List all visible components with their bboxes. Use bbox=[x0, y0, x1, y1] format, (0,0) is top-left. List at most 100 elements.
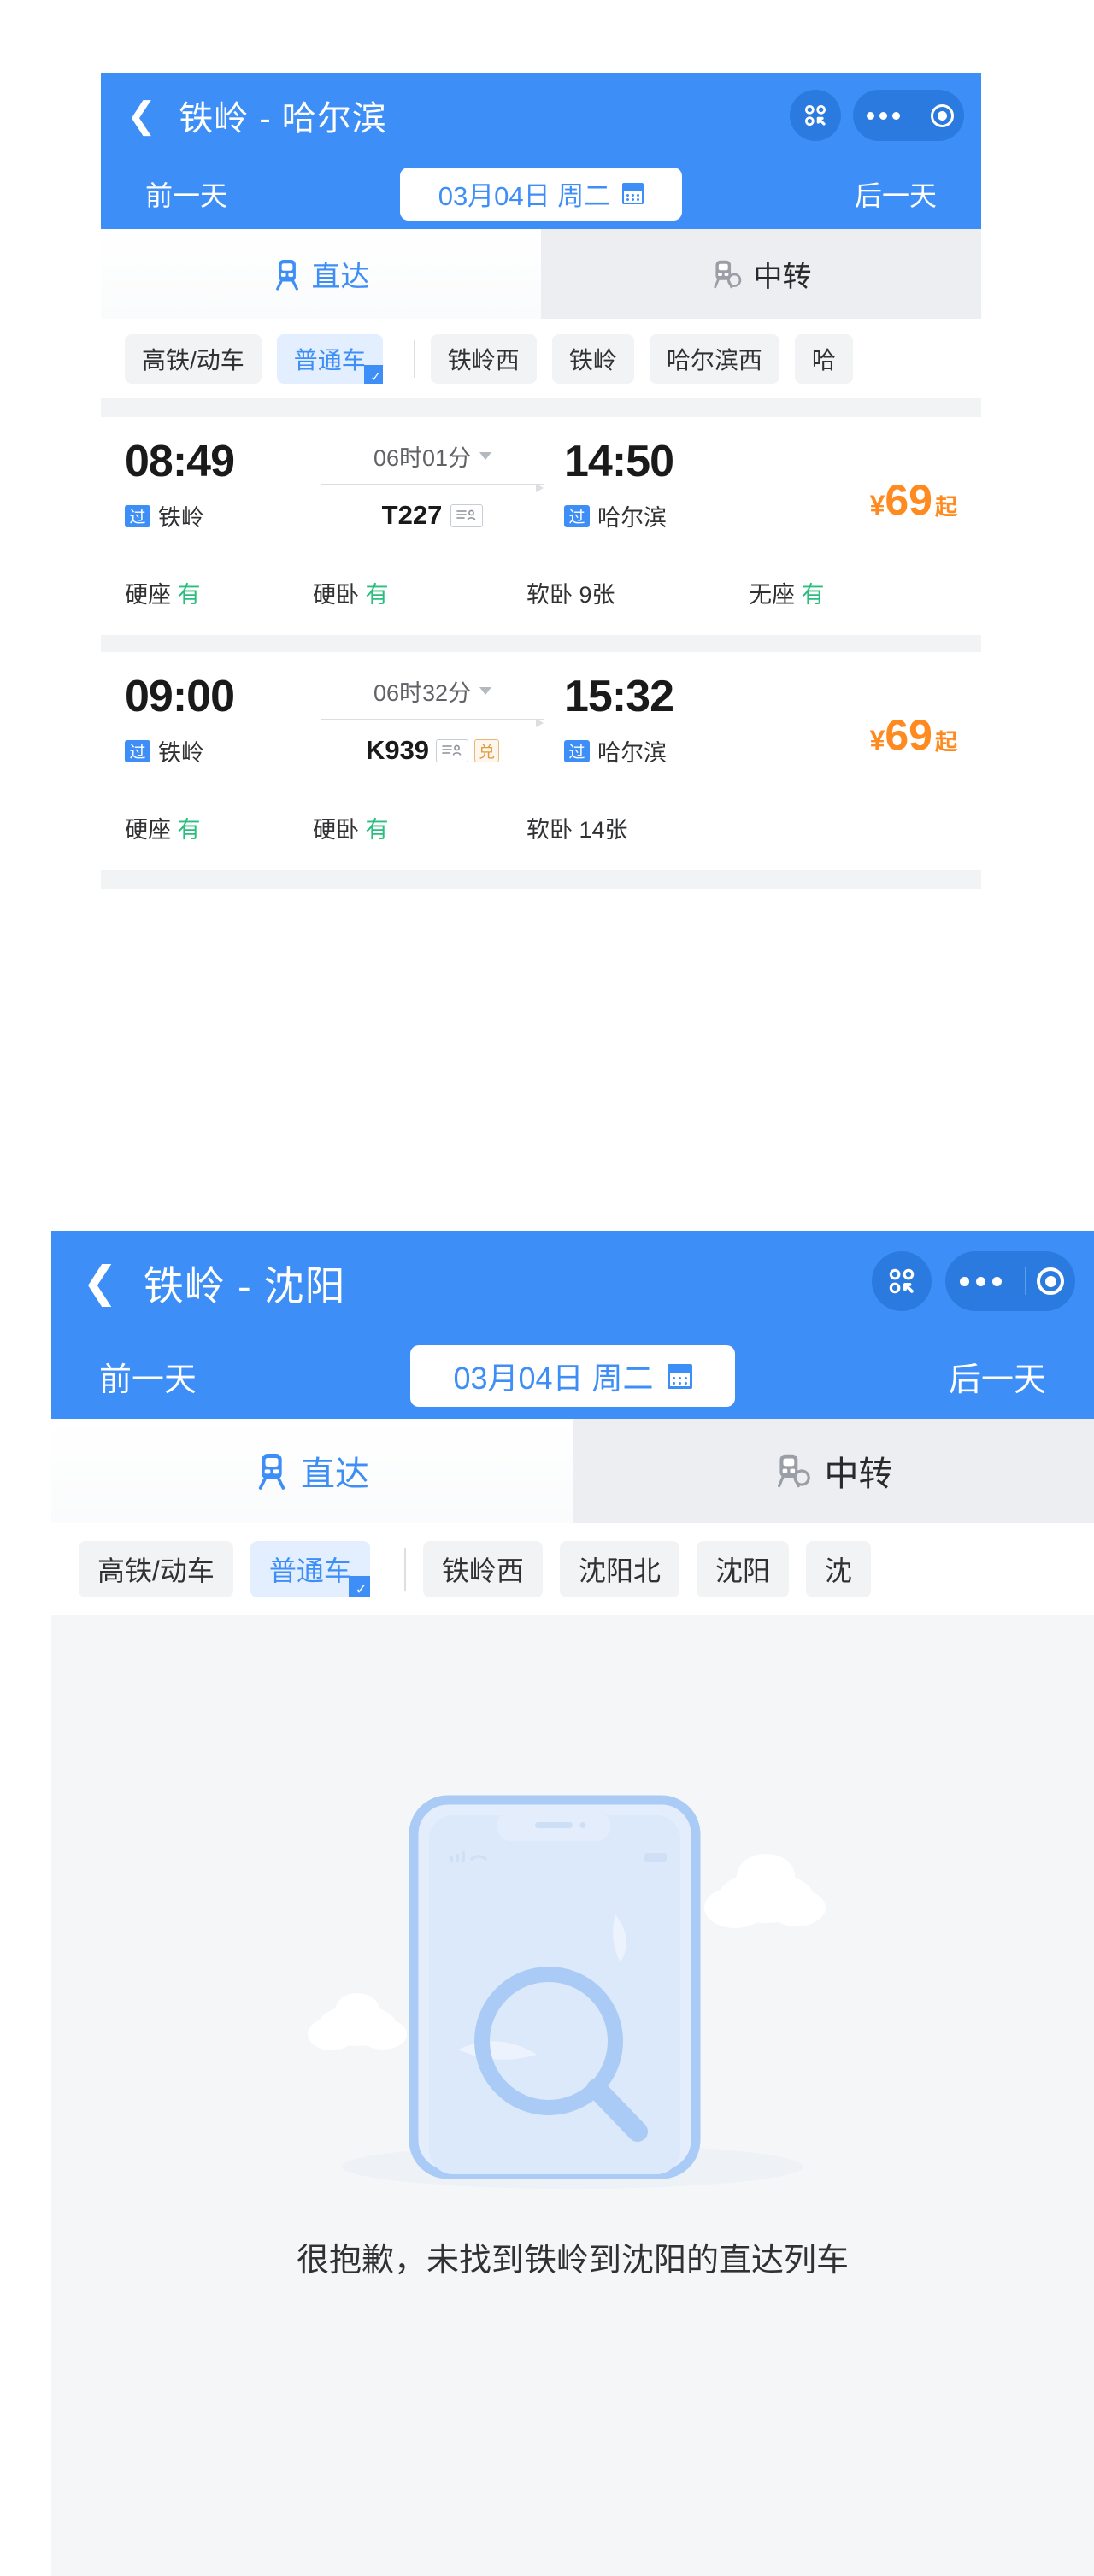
next-day-button[interactable]: 后一天 bbox=[855, 174, 937, 214]
departure-time: 09:00 bbox=[125, 672, 235, 721]
chip-highspeed[interactable]: 高铁/动车 bbox=[125, 333, 262, 384]
chip-station-1[interactable]: 铁岭西 bbox=[430, 333, 537, 384]
seat-name: 硬座 bbox=[125, 582, 171, 608]
tabbar-shenyang: 直达 中转 bbox=[51, 1419, 1094, 1523]
train-front-icon bbox=[275, 259, 298, 291]
date-picker-button[interactable]: 03月04日 周二 bbox=[400, 167, 682, 221]
empty-state-message: 很抱歉，未找到铁岭到沈阳的直达列车 bbox=[296, 2243, 849, 2279]
check-icon: ✓ bbox=[370, 369, 381, 385]
train-row-2-main: 09:00 过 铁岭 06时32分 K939 兑 15:32 过 哈尔滨 ¥ 6… bbox=[125, 674, 957, 775]
arrival-block-2: 15:32 过 哈尔滨 bbox=[564, 674, 761, 768]
seat-availability-2: 硬座 有 硬卧 有 软卧 14张 bbox=[125, 811, 957, 870]
more-dots-icon[interactable] bbox=[864, 111, 903, 120]
date-label: 03月04日 周二 bbox=[438, 181, 611, 211]
tab-direct[interactable]: 直达 bbox=[51, 1419, 573, 1523]
departure-station: 铁岭 bbox=[158, 740, 204, 766]
id-card-glyph bbox=[456, 509, 476, 520]
empty-illustration-svg bbox=[308, 1795, 826, 2189]
duration-label[interactable]: 06时01分 bbox=[321, 439, 544, 473]
train-row-1-main: 08:49 过 铁岭 06时01分 T227 14:50 过 哈尔滨 ¥ 69 … bbox=[125, 439, 957, 540]
pass-through-badge: 过 bbox=[564, 504, 590, 527]
chip-station-3[interactable]: 沈阳 bbox=[696, 1541, 789, 1597]
chip-station-4[interactable]: 哈 bbox=[794, 333, 853, 384]
departure-time: 08:49 bbox=[125, 437, 235, 486]
chevron-left-icon[interactable]: ❮ bbox=[82, 1261, 118, 1303]
prev-day-button[interactable]: 前一天 bbox=[99, 1353, 197, 1400]
tab-direct-label: 直达 bbox=[301, 1456, 369, 1493]
target-circle-icon[interactable] bbox=[1037, 1267, 1064, 1295]
empty-state-shenyang: 很抱歉，未找到铁岭到沈阳的直达列车 bbox=[51, 1615, 1094, 2576]
chip-highspeed[interactable]: 高铁/动车 bbox=[79, 1541, 233, 1597]
results-gap-1 bbox=[101, 398, 981, 417]
price-suffix: 起 bbox=[934, 729, 957, 755]
seat-status: 有 bbox=[177, 582, 201, 608]
seat-status: 有 bbox=[365, 582, 389, 608]
duration-block-2: 06时32分 K939 兑 bbox=[321, 674, 544, 766]
tab-transfer[interactable]: 中转 bbox=[573, 1419, 1094, 1523]
id-card-icon bbox=[436, 738, 469, 762]
menu-glyph bbox=[889, 1268, 915, 1294]
calendar-icon bbox=[667, 1363, 692, 1389]
chip-normal-train[interactable]: 普通车 ✓ bbox=[276, 333, 383, 385]
departure-station-row: 过 铁岭 bbox=[125, 734, 321, 768]
results-gap-2 bbox=[101, 635, 981, 652]
price-value: 69 bbox=[885, 711, 932, 759]
seat-item: 硬座 有 bbox=[125, 576, 313, 609]
arrival-station: 哈尔滨 bbox=[597, 505, 667, 531]
chevron-left-icon[interactable]: ❮ bbox=[126, 97, 156, 133]
mini-program-menu-icon[interactable] bbox=[790, 90, 841, 141]
target-circle-icon[interactable] bbox=[930, 103, 954, 127]
train-row-1[interactable]: 08:49 过 铁岭 06时01分 T227 14:50 过 哈尔滨 ¥ 69 … bbox=[101, 417, 981, 635]
miniprogram-capsule-harbin bbox=[790, 90, 964, 141]
seat-item: 硬座 有 bbox=[125, 811, 313, 844]
date-label: 03月04日 周二 bbox=[453, 1361, 654, 1396]
results-gap-3 bbox=[101, 870, 981, 889]
screen-harbin: ❮ 铁岭 - 哈尔滨 前一天 03月04日 周二 后一天 直达 中转 高铁/动车… bbox=[101, 73, 981, 1111]
date-picker-button[interactable]: 03月04日 周二 bbox=[410, 1345, 735, 1407]
chip-station-3[interactable]: 哈尔滨西 bbox=[649, 333, 779, 384]
tab-direct-label: 直达 bbox=[311, 261, 370, 293]
seat-status: 有 bbox=[365, 817, 389, 843]
filter-chips-harbin[interactable]: 高铁/动车 普通车 ✓ 铁岭西 铁岭 哈尔滨西 哈 bbox=[101, 319, 981, 398]
seat-name: 硬卧 bbox=[313, 582, 359, 608]
pass-through-badge: 过 bbox=[125, 504, 150, 527]
phone-search-empty-illustration bbox=[291, 1778, 855, 2209]
capsule-more-close bbox=[853, 90, 964, 141]
prev-day-button[interactable]: 前一天 bbox=[145, 174, 227, 214]
seat-item: 软卧 9张 bbox=[526, 576, 749, 609]
train-number-row-1: T227 bbox=[321, 500, 544, 531]
train-front-icon bbox=[258, 1454, 285, 1490]
more-dots-icon[interactable] bbox=[956, 1276, 1005, 1286]
chip-normal-train[interactable]: 普通车 ✓ bbox=[250, 1541, 370, 1597]
currency-symbol: ¥ bbox=[869, 490, 885, 520]
chip-normal-train-label: 普通车 bbox=[268, 1556, 351, 1586]
train-row-2[interactable]: 09:00 过 铁岭 06时32分 K939 兑 15:32 过 哈尔滨 ¥ 6… bbox=[101, 652, 981, 870]
chip-station-2[interactable]: 铁岭 bbox=[551, 333, 634, 384]
arrival-time: 14:50 bbox=[564, 437, 674, 486]
seat-item: 硬卧 有 bbox=[313, 576, 526, 609]
next-day-button[interactable]: 后一天 bbox=[949, 1353, 1046, 1400]
tab-transfer[interactable]: 中转 bbox=[541, 229, 981, 319]
arrival-station-row: 过 哈尔滨 bbox=[564, 499, 761, 532]
currency-symbol: ¥ bbox=[869, 725, 885, 756]
train-number: T227 bbox=[381, 500, 443, 530]
chip-normal-train-label: 普通车 bbox=[293, 346, 366, 373]
departure-block-1: 08:49 过 铁岭 bbox=[125, 439, 321, 532]
chip-station-1[interactable]: 铁岭西 bbox=[422, 1541, 543, 1597]
miniprogram-capsule-shenyang bbox=[872, 1251, 1075, 1311]
seat-status: 有 bbox=[177, 817, 201, 843]
menu-glyph bbox=[805, 105, 826, 126]
filter-chips-shenyang[interactable]: 高铁/动车 普通车 ✓ 铁岭西 沈阳北 沈阳 沈 bbox=[51, 1523, 1094, 1615]
header-harbin: ❮ 铁岭 - 哈尔滨 前一天 03月04日 周二 后一天 bbox=[101, 73, 981, 229]
page-title: 铁岭 - 哈尔滨 bbox=[179, 100, 387, 138]
chip-station-4[interactable]: 沈 bbox=[805, 1541, 871, 1597]
departure-station-row: 过 铁岭 bbox=[125, 499, 321, 532]
chip-station-2[interactable]: 沈阳北 bbox=[559, 1541, 679, 1597]
duration-label[interactable]: 06时32分 bbox=[321, 674, 544, 708]
seat-name: 硬卧 bbox=[313, 817, 359, 843]
mini-program-menu-icon[interactable] bbox=[872, 1251, 932, 1311]
id-card-glyph bbox=[442, 744, 462, 756]
route-line bbox=[321, 484, 544, 492]
duration-block-1: 06时01分 T227 bbox=[321, 439, 544, 531]
tab-direct[interactable]: 直达 bbox=[101, 229, 541, 319]
